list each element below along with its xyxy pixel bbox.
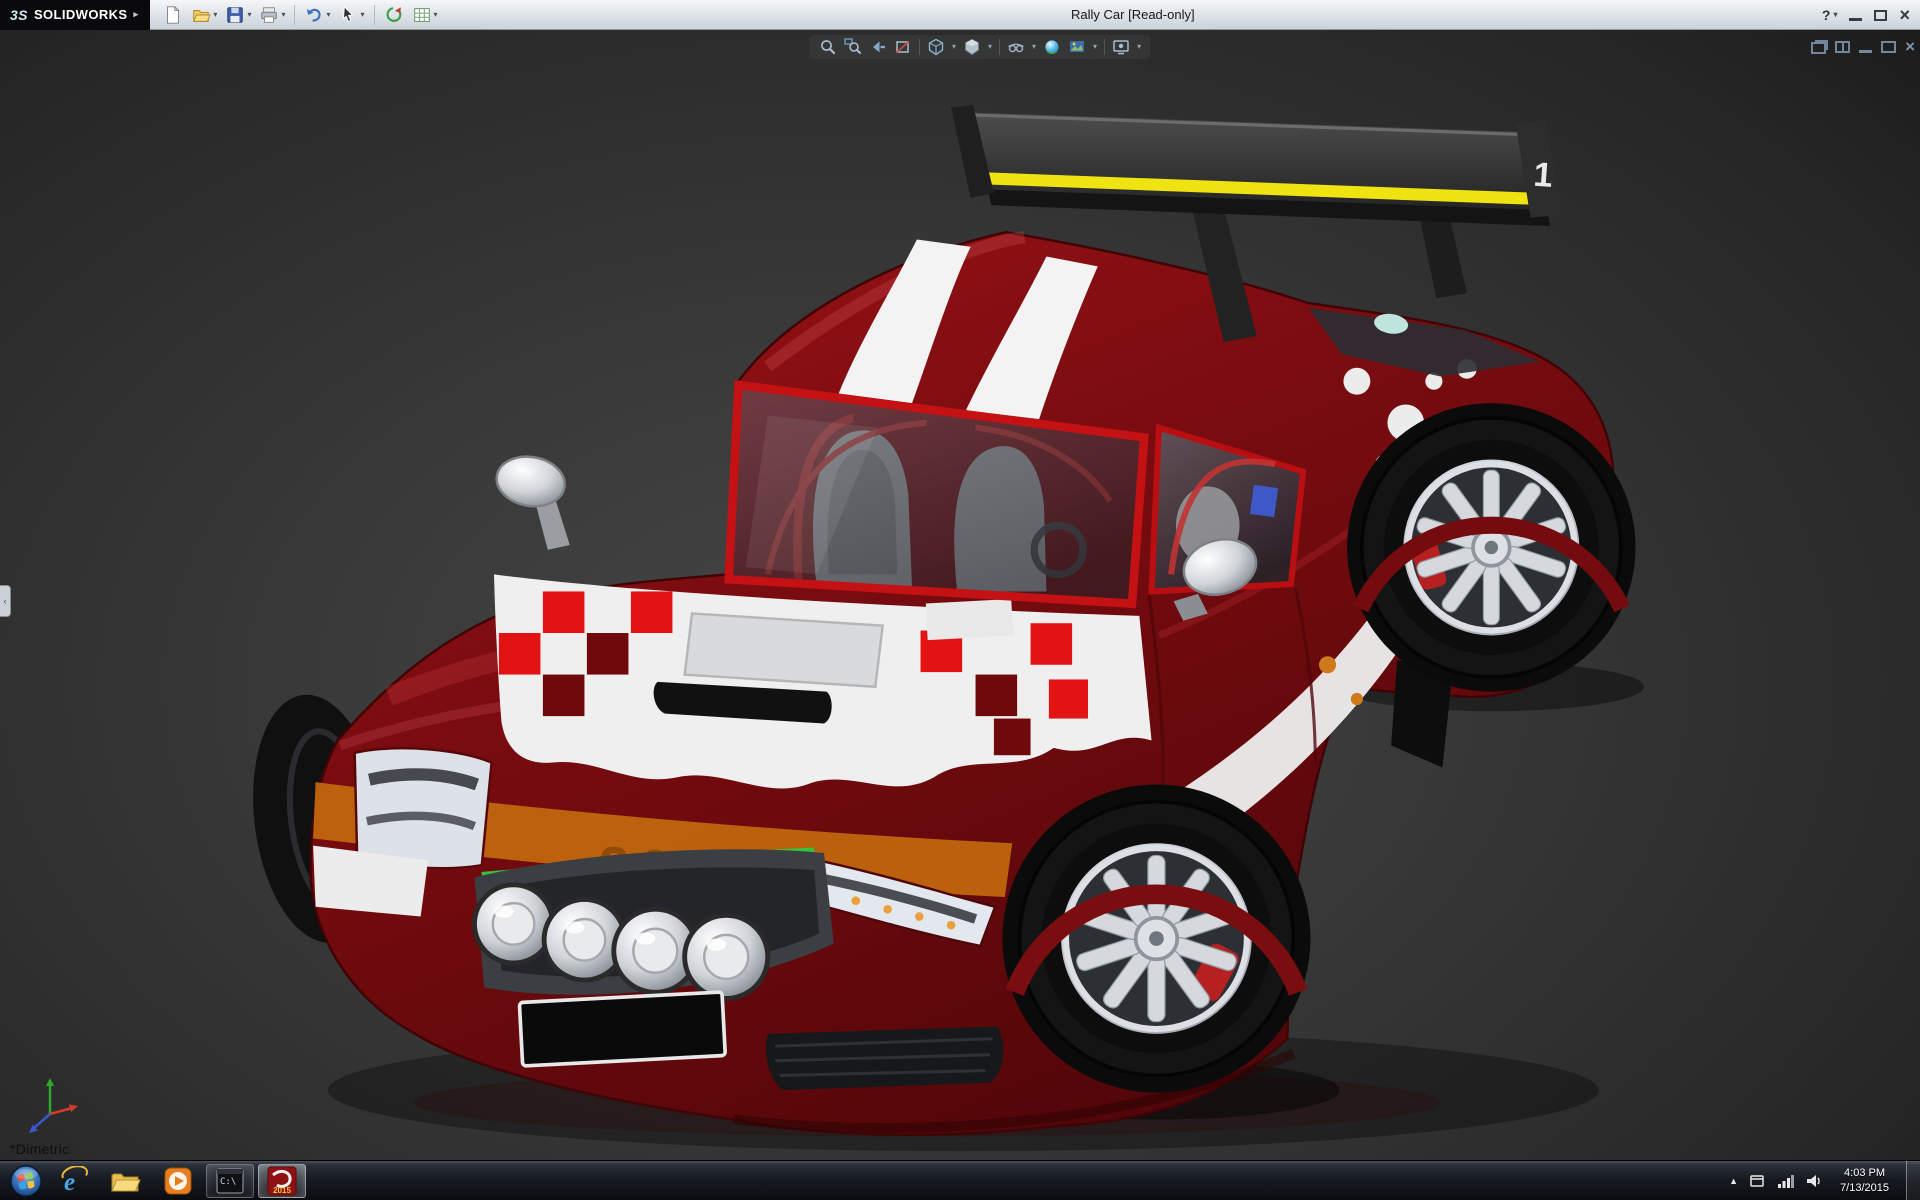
rally-car-model[interactable]: 2012 — [235, 61, 1655, 1160]
help-button[interactable]: ?▾ — [1822, 7, 1838, 23]
command-prompt-icon: C:\ — [215, 1166, 245, 1196]
maximize-button[interactable] — [1874, 10, 1887, 21]
fog-lamp — [682, 913, 770, 1001]
select-button[interactable]: ▾ — [335, 3, 367, 27]
taskbar-media-player[interactable] — [154, 1164, 202, 1198]
restore-group-icon[interactable] — [1811, 42, 1826, 54]
undo-button[interactable]: ▾ — [301, 3, 333, 27]
view-settings-icon[interactable] — [1112, 38, 1130, 56]
network-icon[interactable] — [1776, 1173, 1794, 1189]
media-player-icon — [163, 1166, 193, 1196]
brand-label: SOLIDWORKS — [34, 7, 128, 22]
zoom-to-area-icon[interactable] — [844, 38, 862, 56]
left-mirror[interactable] — [493, 451, 570, 549]
select-cursor-icon — [338, 5, 358, 25]
windows-logo-icon — [9, 1164, 43, 1198]
previous-view-icon[interactable] — [869, 38, 887, 56]
taskbar-command-prompt[interactable]: C:\ — [206, 1164, 254, 1198]
apply-scene-icon[interactable] — [1068, 38, 1086, 56]
maximize-document-icon[interactable] — [1881, 41, 1896, 53]
toolbar-separator — [374, 5, 375, 25]
solidworks-brand: 3S SOLIDWORKS ▸ — [0, 0, 150, 30]
taskbar-clock[interactable]: 4:03 PM 7/13/2015 — [1834, 1166, 1895, 1196]
options-button[interactable]: ▾ — [409, 3, 441, 27]
show-desktop-button[interactable] — [1906, 1161, 1920, 1200]
options-table-icon — [412, 5, 432, 25]
svg-text:C:\: C:\ — [220, 1177, 236, 1187]
clock-time: 4:03 PM — [1840, 1166, 1889, 1181]
standard-toolbar: ▾ ▾ ▾ ▾ ▾ — [150, 3, 450, 27]
windows-taskbar: e C:\ — [0, 1160, 1920, 1200]
save-icon — [225, 5, 245, 25]
svg-text:2015: 2015 — [273, 1186, 291, 1195]
taskbar-windows-explorer[interactable] — [102, 1164, 150, 1198]
minimize-button[interactable] — [1849, 18, 1862, 21]
save-button[interactable]: ▾ — [222, 3, 254, 27]
system-tray: ▲ 4:03 PM 7/13/2015 — [1729, 1161, 1920, 1200]
new-document-button[interactable] — [160, 3, 186, 27]
view-orientation-label: *Dimetric — [10, 1141, 69, 1157]
print-button[interactable]: ▾ — [256, 3, 288, 27]
tile-windows-icon[interactable] — [1835, 41, 1850, 53]
section-view-icon[interactable] — [894, 38, 912, 56]
edit-appearance-icon[interactable] — [1043, 38, 1061, 56]
view-orientation-icon[interactable] — [927, 38, 945, 56]
hud-separator — [1104, 39, 1105, 55]
show-hidden-icons-button[interactable]: ▲ — [1729, 1176, 1738, 1186]
svg-text:e: e — [64, 1169, 75, 1196]
dassault-logo-icon: 3S — [10, 7, 28, 23]
taskbar-internet-explorer[interactable]: e — [50, 1164, 98, 1198]
document-window-controls: × — [1811, 38, 1915, 55]
toolbar-separator — [294, 5, 295, 25]
start-button[interactable] — [6, 1161, 46, 1200]
hide-show-items-icon[interactable] — [1007, 38, 1025, 56]
spoiler-number: 1 — [1532, 156, 1554, 195]
open-icon — [191, 5, 211, 25]
solidworks-window: 3S SOLIDWORKS ▸ ▾ ▾ ▾ ▾ — [0, 0, 1920, 1200]
display-style-icon[interactable] — [963, 38, 981, 56]
print-icon — [259, 5, 279, 25]
rebuild-icon — [384, 5, 404, 25]
volume-icon[interactable] — [1805, 1172, 1823, 1190]
hud-separator — [999, 39, 1000, 55]
close-document-icon[interactable]: × — [1905, 38, 1915, 55]
window-controls: ?▾ × — [1822, 0, 1910, 30]
zoom-to-fit-icon[interactable] — [819, 38, 837, 56]
menu-expand-arrow-icon[interactable]: ▸ — [134, 9, 139, 20]
internet-explorer-icon: e — [59, 1166, 89, 1196]
folder-icon — [110, 1167, 142, 1195]
hud-separator — [919, 39, 920, 55]
taskbar-solidworks[interactable]: 2015 — [258, 1164, 306, 1198]
solidworks-icon: 2015 — [267, 1166, 297, 1196]
rebuild-button[interactable] — [381, 3, 407, 27]
left-headlight — [355, 748, 492, 868]
fog-lamp — [472, 882, 555, 965]
heads-up-view-toolbar: ▾ ▾ ▾ ▾ ▾ — [810, 35, 1150, 59]
open-button[interactable]: ▾ — [188, 3, 220, 27]
undo-icon — [304, 5, 324, 25]
clock-date: 7/13/2015 — [1840, 1181, 1889, 1196]
titlebar: 3S SOLIDWORKS ▸ ▾ ▾ ▾ ▾ — [0, 0, 1920, 30]
window-title: Rally Car [Read-only] — [1071, 7, 1195, 22]
close-button[interactable]: × — [1899, 6, 1910, 24]
minimize-document-icon[interactable] — [1859, 50, 1872, 53]
new-document-icon — [163, 5, 183, 25]
featuremanager-flyout-tab[interactable]: ‹ — [0, 585, 11, 617]
graphics-area[interactable]: ▾ ▾ ▾ ▾ ▾ × ‹ — [0, 30, 1920, 1160]
tray-application-icon[interactable] — [1749, 1173, 1765, 1189]
license-plate — [519, 992, 725, 1066]
reference-triad — [22, 1074, 82, 1138]
